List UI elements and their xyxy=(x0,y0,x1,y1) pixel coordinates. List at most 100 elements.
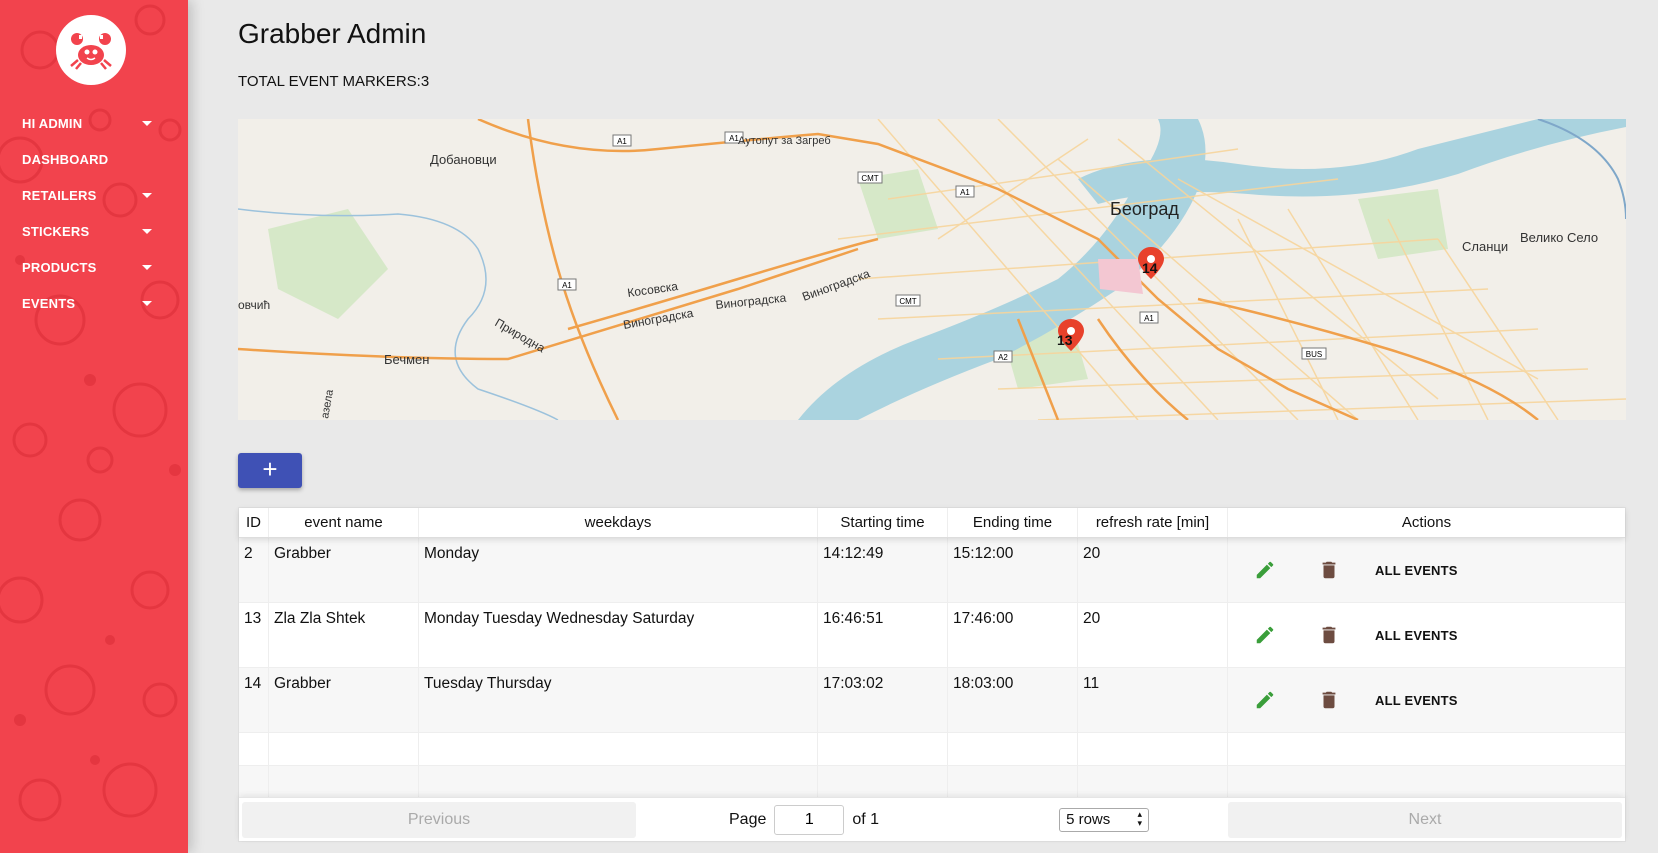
cell-end: 17:46:00 xyxy=(948,603,1078,667)
trash-icon[interactable] xyxy=(1318,559,1340,581)
all-events-button[interactable]: ALL EVENTS xyxy=(1375,628,1458,643)
road-shield-smt: СМТ xyxy=(861,174,878,183)
cell-id: 13 xyxy=(239,603,269,667)
pencil-icon[interactable] xyxy=(1254,689,1276,711)
sidebar-item-products[interactable]: PRODUCTS xyxy=(0,249,188,285)
page-total-label: of 1 xyxy=(852,810,880,828)
column-header-actions: Actions xyxy=(1401,514,1452,531)
cell-empty xyxy=(1078,766,1228,798)
cell-rate: 11 xyxy=(1078,668,1228,732)
sidebar-item-retailers[interactable]: RETAILERS xyxy=(0,177,188,213)
sidebar-item-label: RETAILERS xyxy=(22,187,97,203)
cell-end: 15:12:00 xyxy=(948,538,1078,602)
road-shield-a1: A1 xyxy=(617,137,627,146)
all-events-button[interactable]: ALL EVENTS xyxy=(1375,563,1458,578)
map-label-veliko-selo: Велико Село xyxy=(1520,230,1598,245)
map-label-autoput: Аутопут за Загреб xyxy=(738,135,831,147)
column-header-weekdays[interactable]: weekdays xyxy=(419,508,818,537)
cell-id: 2 xyxy=(239,538,269,602)
trash-icon[interactable] xyxy=(1318,689,1340,711)
cell-weekdays: Tuesday Thursday xyxy=(419,668,818,732)
caret-down-icon xyxy=(142,228,152,234)
cell-actions: ALL EVENTS xyxy=(1228,668,1625,732)
cell-rate: 20 xyxy=(1078,603,1228,667)
table-row: 2 Grabber Monday 14:12:49 15:12:00 20 AL… xyxy=(239,538,1625,603)
sidebar-item-dashboard[interactable]: DASHBOARD xyxy=(0,141,188,177)
sidebar-item-hi-admin[interactable]: HI ADMIN xyxy=(0,105,188,141)
cell-start: 17:03:02 xyxy=(818,668,948,732)
cell-empty xyxy=(239,733,269,765)
add-event-button[interactable]: + xyxy=(238,453,302,488)
pencil-icon[interactable] xyxy=(1254,624,1276,646)
sidebar-item-label: PRODUCTS xyxy=(22,259,97,275)
cell-weekdays: Monday Tuesday Wednesday Saturday xyxy=(419,603,818,667)
road-shield-a2: A2 xyxy=(998,353,1008,362)
caret-down-icon xyxy=(142,264,152,270)
page-indicator: Page of 1 5 rows xyxy=(639,804,1225,835)
cell-empty xyxy=(1078,733,1228,765)
column-header-id[interactable]: ID xyxy=(239,508,269,537)
previous-page-button[interactable]: Previous xyxy=(242,801,636,838)
road-shield-a1: A1 xyxy=(960,188,970,197)
cell-id: 14 xyxy=(239,668,269,732)
page-number-input[interactable] xyxy=(774,804,845,835)
cell-actions: ALL EVENTS xyxy=(1228,538,1625,602)
cell-empty xyxy=(239,766,269,798)
road-shield-bus: BUS xyxy=(1306,350,1322,359)
column-header-rate[interactable]: refresh rate [min] xyxy=(1078,508,1228,537)
next-page-button[interactable]: Next xyxy=(1228,801,1622,838)
pagination: Previous Page of 1 5 rows Next xyxy=(239,797,1625,841)
events-table: ID event name weekdays Starting time End… xyxy=(238,507,1626,842)
map-label-slanci: Сланци xyxy=(1462,239,1508,254)
cell-name: Zla Zla Shtek xyxy=(269,603,419,667)
caret-down-icon xyxy=(142,192,152,198)
cell-end: 18:03:00 xyxy=(948,668,1078,732)
sidebar-item-label: STICKERS xyxy=(22,223,90,239)
cell-empty xyxy=(948,766,1078,798)
road-shield-smt: СМТ xyxy=(899,297,916,306)
cell-empty xyxy=(269,733,419,765)
cell-rate: 20 xyxy=(1078,538,1228,602)
page-title: Grabber Admin xyxy=(238,18,427,49)
caret-down-icon xyxy=(142,120,152,126)
total-event-markers: TOTAL EVENT MARKERS:3 xyxy=(238,73,430,90)
table-row: 14 Grabber Tuesday Thursday 17:03:02 18:… xyxy=(239,668,1625,733)
caret-down-icon xyxy=(142,300,152,306)
column-header-end[interactable]: Ending time xyxy=(948,508,1078,537)
cell-actions: ALL EVENTS xyxy=(1228,603,1625,667)
cell-empty xyxy=(419,766,818,798)
cell-empty xyxy=(269,766,419,798)
column-header-name[interactable]: event name xyxy=(269,508,419,537)
trash-icon[interactable] xyxy=(1318,624,1340,646)
cell-start: 14:12:49 xyxy=(818,538,948,602)
cell-start: 16:46:51 xyxy=(818,603,948,667)
map-label-becmen: Бечмен xyxy=(384,352,429,367)
event-map[interactable]: A1 A1 A1 A1 A1 СМТ СМТ A2 BUS Добановци … xyxy=(238,119,1626,420)
rows-per-page-select[interactable]: 5 rows xyxy=(1059,807,1150,832)
marker-label: 13 xyxy=(1057,332,1073,348)
map-label-ovcic: овчић xyxy=(238,298,270,312)
cell-empty xyxy=(818,733,948,765)
sidebar-item-events[interactable]: EVENTS xyxy=(0,285,188,321)
cell-empty xyxy=(1228,766,1625,798)
sidebar-item-label: HI ADMIN xyxy=(22,115,83,131)
sidebar-nav: HI ADMIN DASHBOARD RETAILERS STICKERS PR… xyxy=(0,105,188,321)
marker-label: 14 xyxy=(1142,260,1158,276)
cell-empty xyxy=(948,733,1078,765)
all-events-button[interactable]: ALL EVENTS xyxy=(1375,693,1458,708)
crab-logo-icon[interactable] xyxy=(56,15,126,85)
sidebar-item-stickers[interactable]: STICKERS xyxy=(0,213,188,249)
page-label: Page xyxy=(729,810,767,828)
cell-weekdays: Monday xyxy=(419,538,818,602)
table-header: ID event name weekdays Starting time End… xyxy=(239,508,1625,538)
column-header-start[interactable]: Starting time xyxy=(818,508,948,537)
pencil-icon[interactable] xyxy=(1254,559,1276,581)
sidebar-item-label: DASHBOARD xyxy=(22,151,109,167)
cell-empty xyxy=(419,733,818,765)
cell-name: Grabber xyxy=(269,668,419,732)
road-shield-a1: A1 xyxy=(562,281,572,290)
sidebar-item-label: EVENTS xyxy=(22,295,76,311)
cell-name: Grabber xyxy=(269,538,419,602)
table-row-empty xyxy=(239,766,1625,799)
road-shield-a1: A1 xyxy=(1144,314,1154,323)
